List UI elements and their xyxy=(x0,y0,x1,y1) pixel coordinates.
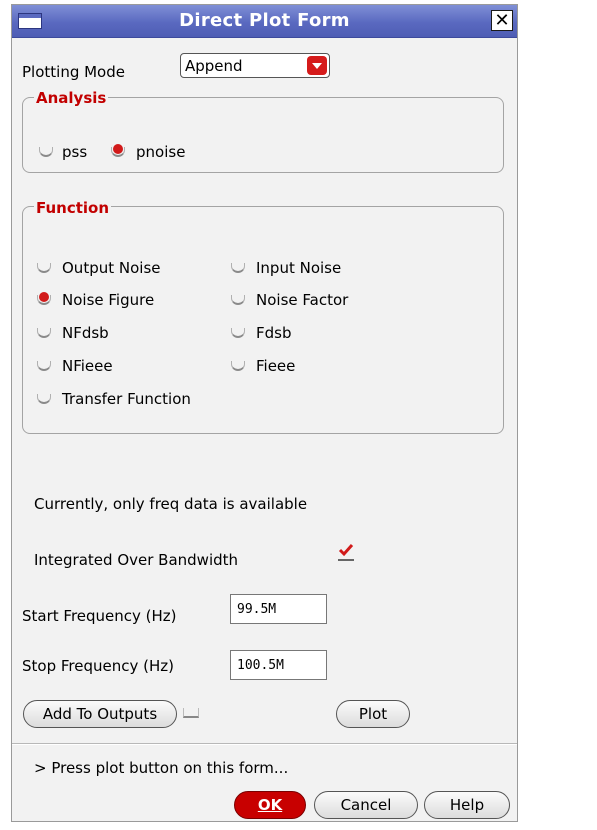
radio-transfer-function-label: Transfer Function xyxy=(62,390,191,408)
integrated-over-bandwidth-label: Integrated Over Bandwidth xyxy=(34,551,239,569)
help-button[interactable]: Help xyxy=(424,791,510,819)
radio-pnoise-label: pnoise xyxy=(136,143,186,161)
radio-pss[interactable] xyxy=(38,143,54,159)
stop-frequency-input[interactable]: 100.5M xyxy=(230,650,327,680)
plot-button[interactable]: Plot xyxy=(336,700,410,728)
radio-transfer-function[interactable] xyxy=(36,390,52,406)
radio-nfdsb[interactable] xyxy=(36,324,52,340)
separator xyxy=(12,743,517,745)
radio-fdsb-label: Fdsb xyxy=(256,324,292,342)
radio-input-noise[interactable] xyxy=(230,259,246,275)
radio-nfieee[interactable] xyxy=(36,357,52,373)
radio-fdsb[interactable] xyxy=(230,324,246,340)
start-frequency-input[interactable]: 99.5M xyxy=(230,594,327,624)
chevron-down-icon[interactable] xyxy=(307,56,327,75)
freq-data-info-text: Currently, only freq data is available xyxy=(34,495,308,513)
radio-fieee-label: Fieee xyxy=(256,357,296,375)
plotting-mode-dropdown[interactable]: Append xyxy=(180,53,330,78)
cancel-button[interactable]: Cancel xyxy=(314,791,418,819)
radio-pss-label: pss xyxy=(62,143,88,161)
radio-noise-factor[interactable] xyxy=(230,291,246,307)
radio-input-noise-label: Input Noise xyxy=(256,259,342,277)
radio-output-noise[interactable] xyxy=(36,259,52,275)
plotting-mode-value: Append xyxy=(185,57,243,75)
help-button-label: Help xyxy=(449,796,485,814)
analysis-group-title: Analysis xyxy=(34,89,109,107)
window-title: Direct Plot Form xyxy=(179,10,350,31)
integrated-over-bandwidth-checkbox[interactable] xyxy=(338,544,354,561)
cancel-button-label: Cancel xyxy=(340,796,392,814)
radio-noise-factor-label: Noise Factor xyxy=(256,291,349,309)
title-bar[interactable]: Direct Plot Form ✕ xyxy=(12,5,517,38)
add-to-outputs-button[interactable]: Add To Outputs xyxy=(23,700,177,728)
function-group-title: Function xyxy=(34,199,112,217)
radio-noise-figure-label: Noise Figure xyxy=(62,291,155,309)
radio-pnoise[interactable] xyxy=(110,143,126,159)
radio-nfdsb-label: NFdsb xyxy=(62,324,109,342)
start-frequency-label: Start Frequency (Hz) xyxy=(22,607,177,625)
analysis-group xyxy=(22,97,504,173)
ok-button[interactable]: OK xyxy=(234,791,306,819)
stop-frequency-label: Stop Frequency (Hz) xyxy=(22,657,174,675)
radio-output-noise-label: Output Noise xyxy=(62,259,161,277)
plotting-mode-label: Plotting Mode xyxy=(22,63,125,81)
radio-nfieee-label: NFieee xyxy=(62,357,113,375)
add-to-outputs-checkbox[interactable] xyxy=(183,708,199,718)
close-button[interactable]: ✕ xyxy=(491,10,513,31)
status-message: > Press plot button on this form... xyxy=(34,759,289,777)
ok-button-label: OK xyxy=(257,796,283,814)
radio-noise-figure[interactable] xyxy=(36,291,52,307)
radio-fieee[interactable] xyxy=(230,357,246,373)
direct-plot-form-window: Direct Plot Form ✕ Plotting Mode Append … xyxy=(11,4,518,822)
checkmark-icon xyxy=(338,544,354,557)
